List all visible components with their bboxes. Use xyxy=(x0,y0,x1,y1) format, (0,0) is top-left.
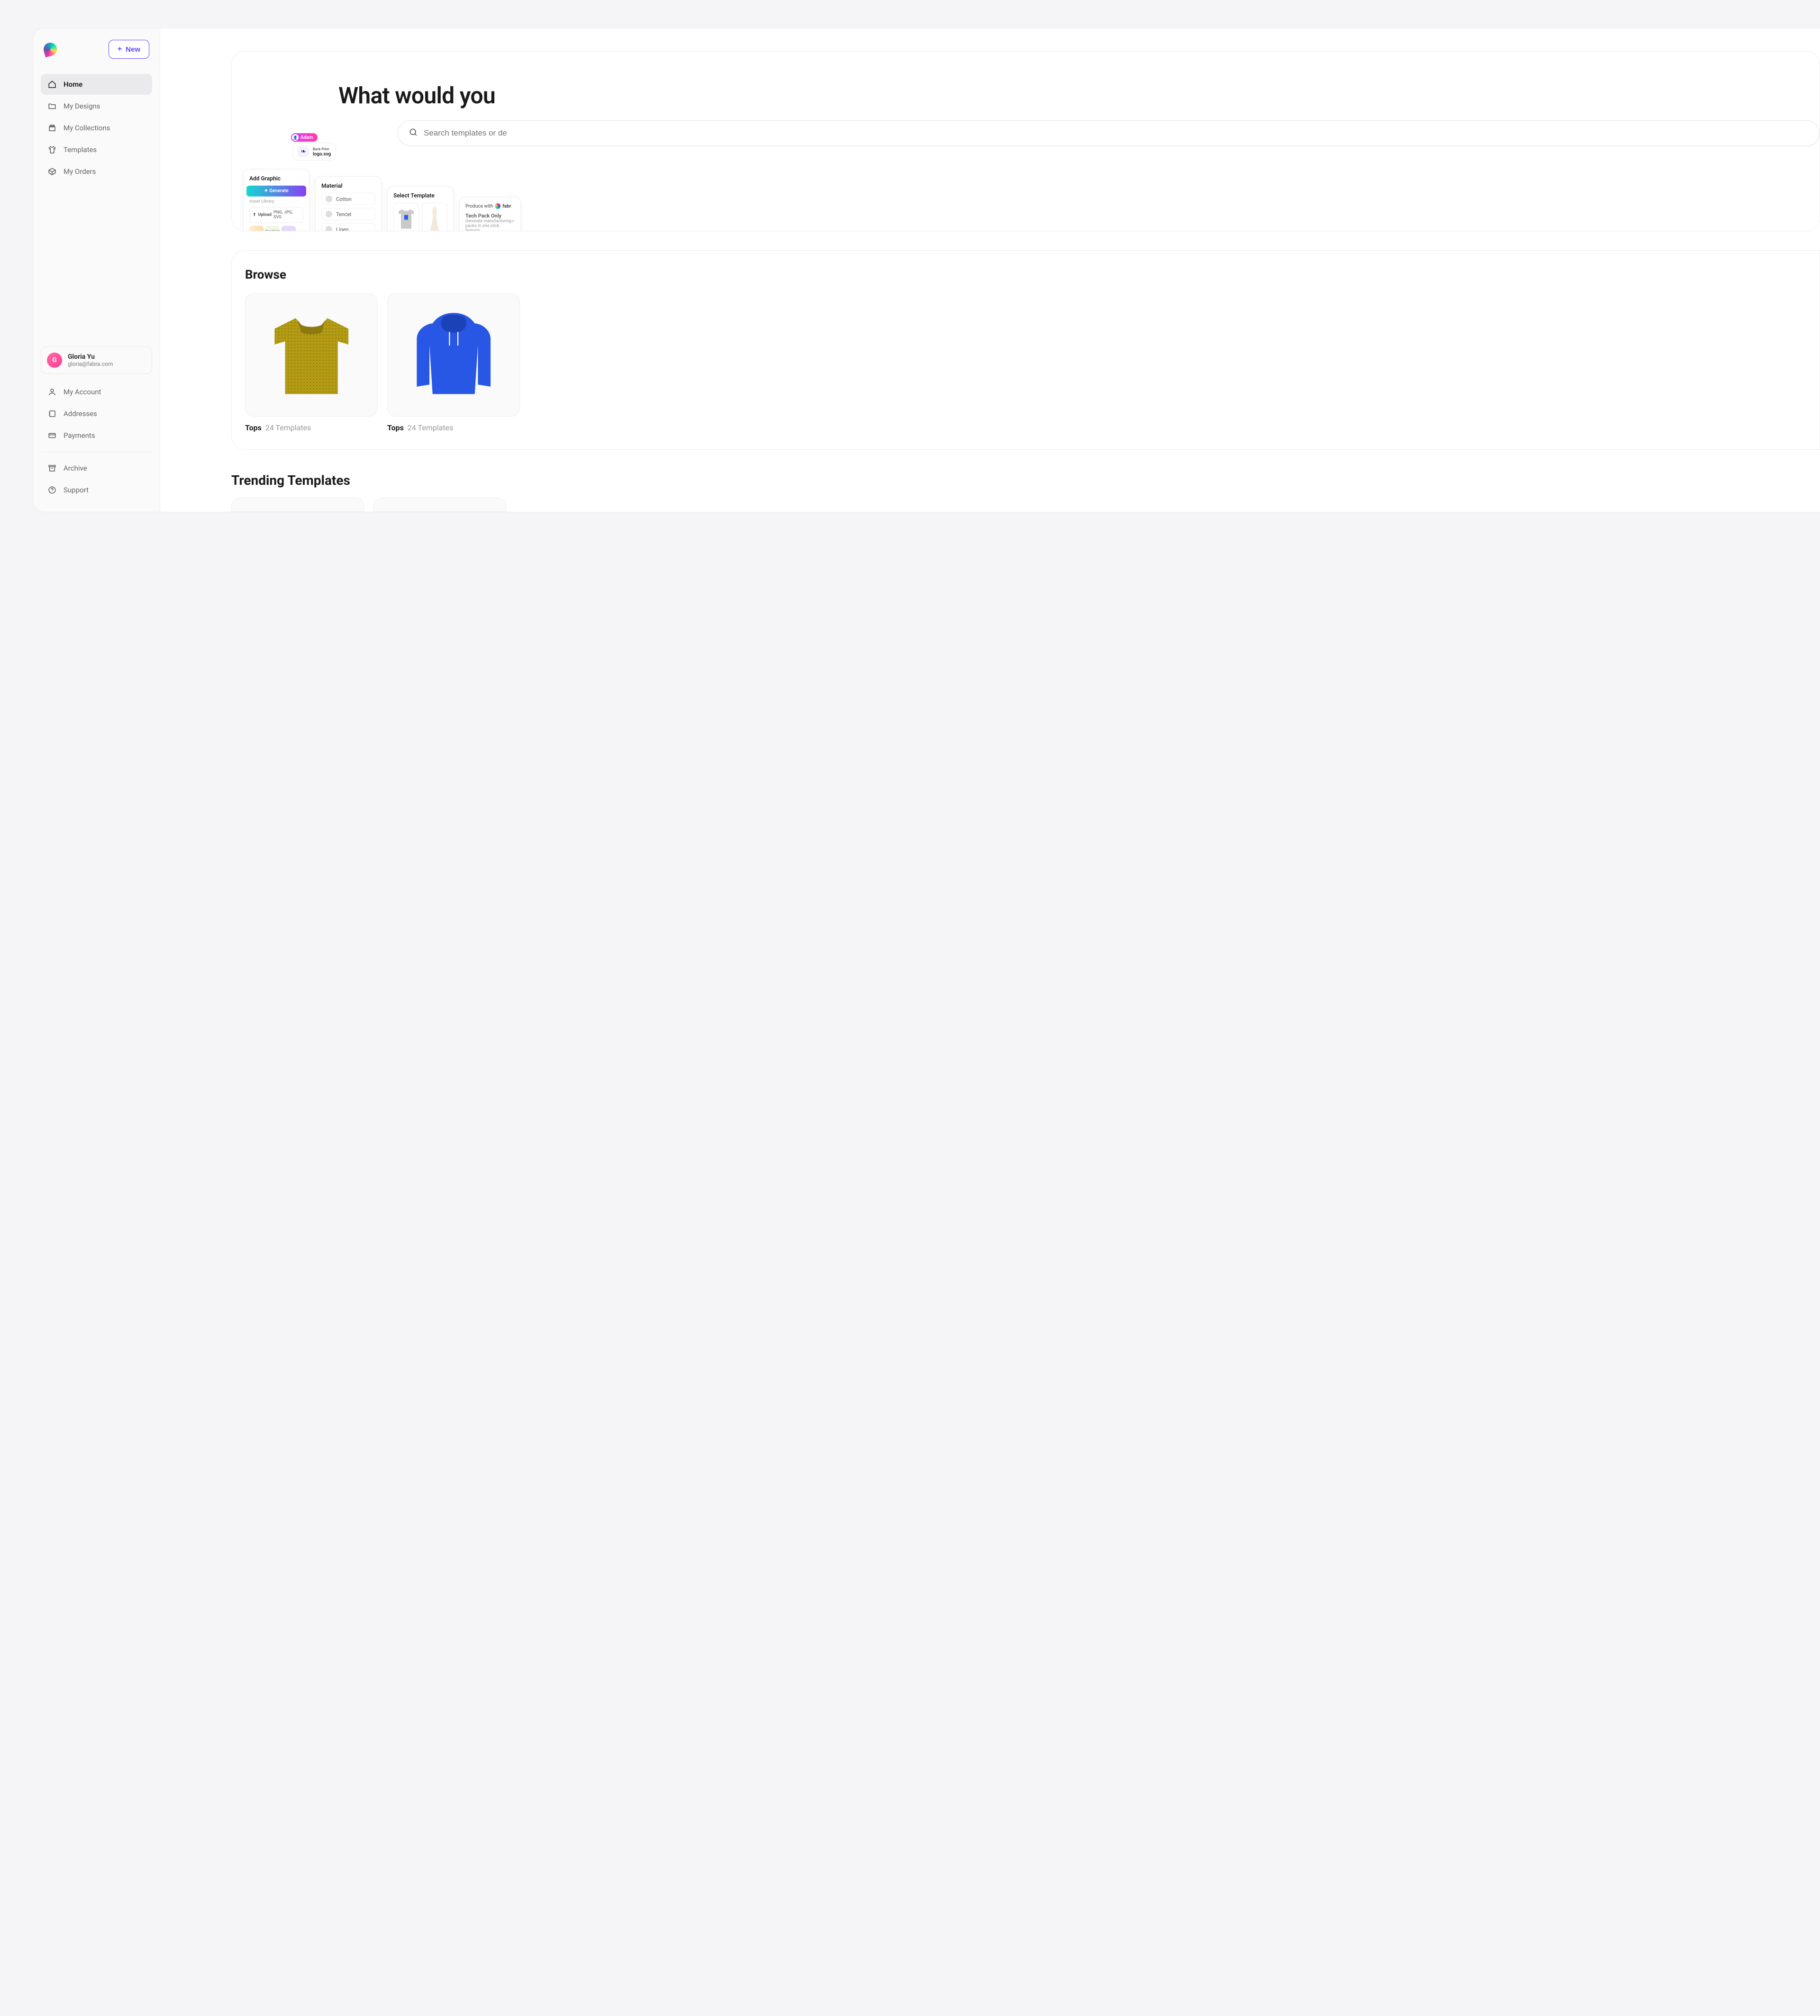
help-icon xyxy=(47,485,57,495)
sidebar-item-label: Templates xyxy=(64,145,97,154)
home-icon xyxy=(47,80,57,89)
addressbook-icon xyxy=(47,409,57,418)
user-name: Gloria Yu xyxy=(68,353,113,361)
plus-icon: + xyxy=(118,45,122,54)
sidebar-item-support[interactable]: Support xyxy=(41,480,152,500)
sidebar-item-payments[interactable]: Payments xyxy=(41,425,152,446)
sidebar-item-label: Home xyxy=(64,80,82,89)
sidebar-item-label: Archive xyxy=(64,464,87,472)
sidebar-item-label: My Collections xyxy=(64,124,110,132)
search-input[interactable] xyxy=(424,128,1809,138)
panel-add-graphic: Add Graphic ✦ Generate Asset Library ⬆ U… xyxy=(243,169,309,231)
new-button-label: New xyxy=(126,45,140,54)
panel-material: Material Cotton Tencel Linen xyxy=(315,176,382,231)
sidebar-item-label: My Designs xyxy=(64,102,100,110)
browse-cards: Tops 24 Templates Tops 24 Templ xyxy=(245,293,1820,432)
sidebar-item-collections[interactable]: My Collections xyxy=(41,118,152,138)
collections-icon xyxy=(47,123,57,133)
avatar-icon: 👤 xyxy=(292,134,299,141)
sidebar-item-label: Payments xyxy=(64,431,95,440)
trending-card[interactable] xyxy=(231,498,364,512)
material-option-cotton[interactable]: Cotton xyxy=(321,193,375,205)
sidebar-item-orders[interactable]: My Orders xyxy=(41,161,152,182)
trending-card[interactable] xyxy=(373,498,506,512)
material-option-linen[interactable]: Linen xyxy=(321,223,375,231)
app-container: + New Home My Designs My Col xyxy=(33,28,1820,512)
user-card[interactable]: G Gloria Yu gloria@fabra.com xyxy=(41,346,152,374)
sidebar-item-archive[interactable]: Archive xyxy=(41,458,152,479)
sidebar-header: + New xyxy=(41,40,152,59)
user-email: gloria@fabra.com xyxy=(68,361,113,367)
sidebar-item-label: Addresses xyxy=(64,409,97,418)
card-caption: Tops 24 Templates xyxy=(387,423,520,432)
hero-title: What would you xyxy=(232,82,1820,109)
person-icon xyxy=(47,387,57,397)
main-content: What would you 👤 Adam ❧ Back Print logo.… xyxy=(160,28,1820,512)
material-option-tencel[interactable]: Tencel xyxy=(321,208,375,220)
search-bar[interactable] xyxy=(398,120,1820,146)
new-button[interactable]: + New xyxy=(109,40,149,59)
fabra-logo-icon xyxy=(495,203,500,209)
hero-collage: Add Graphic ✦ Generate Asset Library ⬆ U… xyxy=(243,154,521,231)
asset-thumbnails: Beauchamp Athl xyxy=(249,226,303,231)
hoodie-illustration xyxy=(401,302,506,408)
card-caption: Tops 24 Templates xyxy=(245,423,378,432)
browse-card-tops-hoodie[interactable]: Tops 24 Templates xyxy=(387,293,520,432)
folder-icon xyxy=(47,101,57,111)
sidebar-item-account[interactable]: My Account xyxy=(41,381,152,402)
sidebar-item-label: My Account xyxy=(64,388,101,396)
primary-nav: Home My Designs My Collections Templates xyxy=(41,74,152,182)
browse-section: Browse Tops 24 Templates xyxy=(231,250,1820,450)
hero-card: What would you 👤 Adam ❧ Back Print logo.… xyxy=(231,51,1820,231)
template-thumb-dress[interactable] xyxy=(422,203,447,231)
panel-produce: Produce with fabr Tech Pack Only Generat… xyxy=(459,197,521,231)
sidebar: + New Home My Designs My Col xyxy=(33,28,160,512)
shirt-illustration xyxy=(259,302,364,408)
archive-icon xyxy=(47,463,57,473)
shirt-icon xyxy=(47,145,57,154)
search-icon xyxy=(409,127,418,139)
package-icon xyxy=(47,167,57,176)
app-logo[interactable] xyxy=(42,41,58,57)
sidebar-item-designs[interactable]: My Designs xyxy=(41,96,152,117)
panel-select-template: Select Template xyxy=(387,186,454,231)
sidebar-item-templates[interactable]: Templates xyxy=(41,139,152,160)
upload-icon: ⬆ xyxy=(253,213,256,218)
template-thumb-tshirt[interactable] xyxy=(393,203,419,231)
trending-cards xyxy=(231,498,1820,512)
browse-card-tops-shirt[interactable]: Tops 24 Templates xyxy=(245,293,378,432)
browse-title: Browse xyxy=(245,268,1820,282)
sidebar-item-home[interactable]: Home xyxy=(41,74,152,95)
sidebar-item-label: Support xyxy=(64,486,89,494)
sidebar-item-addresses[interactable]: Addresses xyxy=(41,403,152,424)
user-badge-adam: 👤 Adam xyxy=(291,133,318,142)
card-icon xyxy=(47,431,57,440)
footer-nav: Archive Support xyxy=(41,458,152,500)
upload-dropzone[interactable]: ⬆ Upload PNG, JPG, SVG xyxy=(249,207,303,223)
generate-button[interactable]: ✦ Generate xyxy=(246,186,306,197)
sidebar-item-label: My Orders xyxy=(64,167,96,176)
account-nav: My Account Addresses Payments xyxy=(41,381,152,446)
trending-title: Trending Templates xyxy=(231,472,1820,488)
avatar: G xyxy=(47,353,62,368)
